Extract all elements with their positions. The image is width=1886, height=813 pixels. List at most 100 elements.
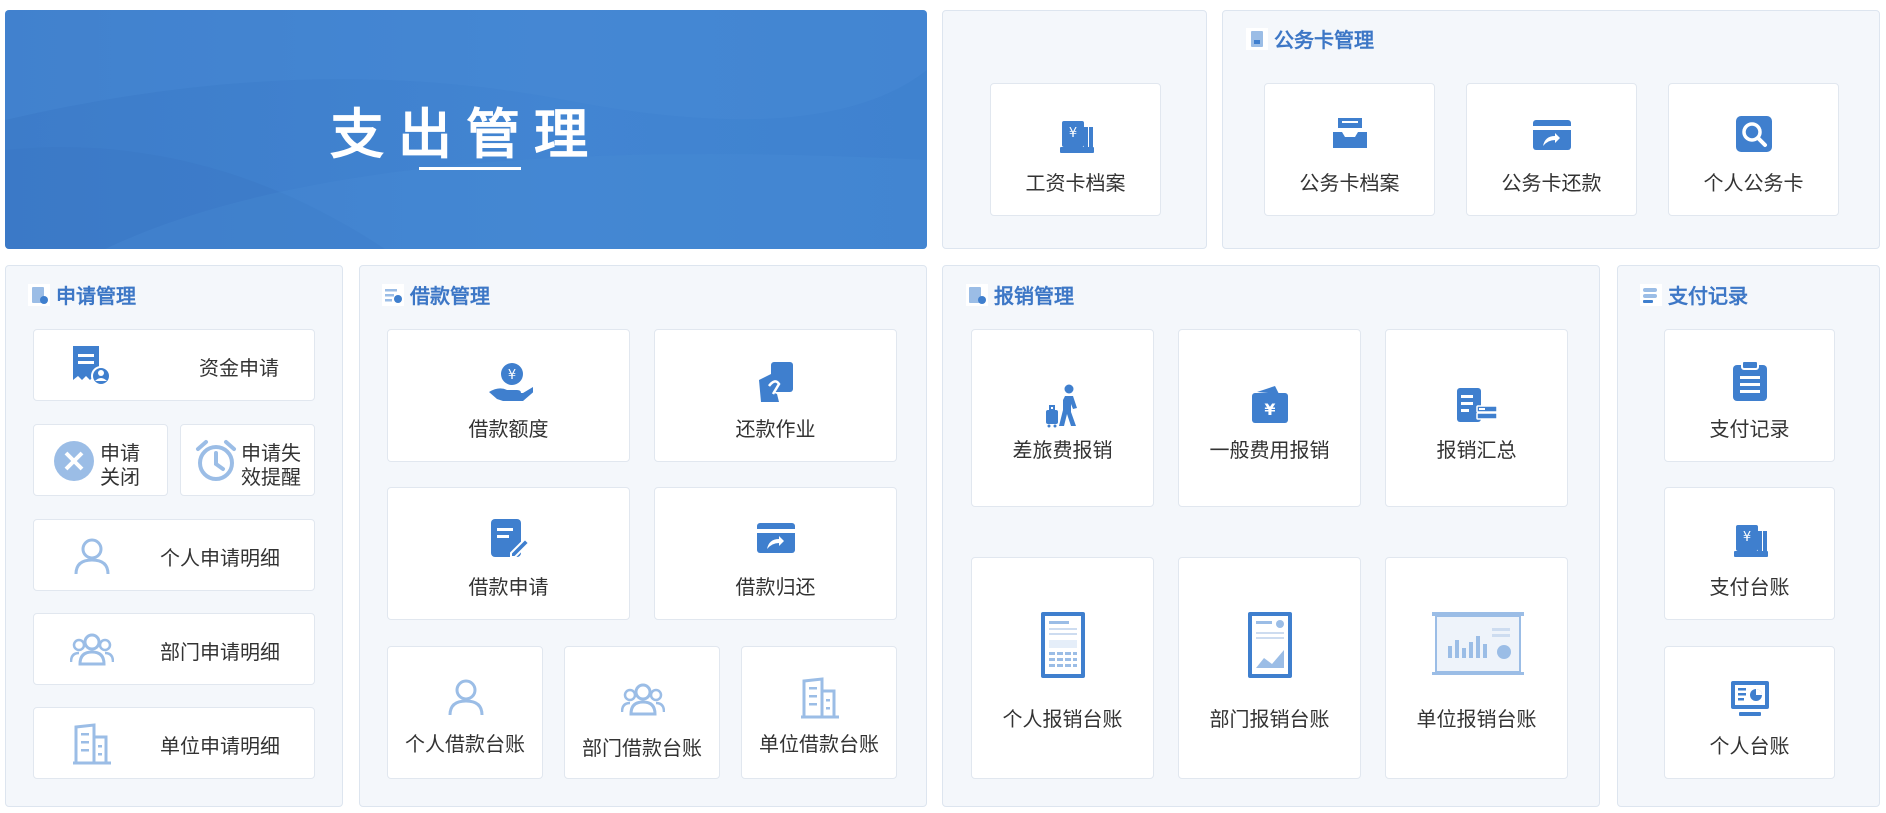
- personal-official-card-button[interactable]: 个人公务卡: [1668, 83, 1839, 216]
- edit-document-icon: [491, 519, 531, 558]
- personal-loan-ledger-button[interactable]: 个人借款台账: [387, 646, 543, 779]
- apply-title: 申请管理: [56, 286, 136, 308]
- reimburse-summary-label: 报销汇总: [1436, 440, 1517, 462]
- official-card-repay-button[interactable]: 公务卡还款: [1466, 83, 1637, 216]
- apply-close-label-line2: 关闭: [100, 467, 140, 489]
- user-group-icon: [70, 633, 114, 666]
- wage-card-archive-label: 工资卡档案: [1025, 173, 1126, 195]
- personal-ledger-label: 个人台账: [1709, 736, 1790, 758]
- apply-expire-reminder-button[interactable]: 申请失 效提醒: [180, 424, 315, 496]
- loan-return-label: 借款归还: [735, 577, 816, 599]
- unit-reimburse-ledger-button[interactable]: 单位报销台账: [1385, 557, 1568, 779]
- official-card-archive-button[interactable]: 公务卡档案: [1264, 83, 1435, 216]
- department-loan-ledger-label: 部门借款台账: [582, 738, 702, 760]
- loan-apply-label: 借款申请: [468, 577, 549, 599]
- repayment-job-button[interactable]: 还款作业: [654, 329, 897, 462]
- svg-text:¥: ¥: [1264, 400, 1275, 419]
- page-banner: 支出管理: [5, 10, 927, 249]
- general-reimburse-button[interactable]: ¥ 一般费用报销: [1178, 329, 1361, 507]
- department-reimburse-ledger-button[interactable]: 部门报销台账: [1178, 557, 1361, 779]
- monitor-chart-icon: [1731, 681, 1769, 716]
- personal-apply-detail-button[interactable]: 个人申请明细: [33, 519, 315, 591]
- banner-title: 支出管理: [330, 103, 602, 166]
- user-icon: [74, 538, 110, 575]
- hand-card-icon: [759, 362, 793, 402]
- payment-title: 支付记录: [1668, 286, 1748, 308]
- wage-card-archive-button[interactable]: ¥ 工资卡档案: [990, 83, 1161, 216]
- card-doc-icon: [1246, 27, 1268, 50]
- loan-quota-button[interactable]: ¥ 借款额度: [387, 329, 630, 462]
- apply-section-title: 申请管理: [28, 280, 136, 309]
- traveler-luggage-icon: [1046, 384, 1077, 428]
- official-card-repay-label: 公务卡还款: [1501, 173, 1602, 195]
- unit-apply-detail-button[interactable]: 单位申请明细: [33, 707, 315, 779]
- general-reimburse-label: 一般费用报销: [1209, 440, 1330, 462]
- fund-apply-button[interactable]: 资金申请: [33, 329, 315, 401]
- official-card-title: 公务卡管理: [1274, 30, 1374, 52]
- close-circle-icon: [54, 441, 94, 481]
- fund-apply-icon: [73, 346, 111, 386]
- user-group-icon: [621, 683, 665, 716]
- wallet-yuan-icon: ¥: [1252, 386, 1288, 423]
- loan-apply-button[interactable]: 借款申请: [387, 487, 630, 620]
- personal-official-card-label: 个人公务卡: [1703, 173, 1804, 195]
- payment-ledger-button[interactable]: ¥ 支付台账: [1664, 487, 1835, 620]
- payment-record-button[interactable]: 支付记录: [1664, 329, 1835, 462]
- unit-reimburse-ledger-label: 单位报销台账: [1416, 709, 1537, 731]
- summary-report-icon: [1457, 388, 1498, 422]
- travel-reimburse-button[interactable]: 差旅费报销: [971, 329, 1154, 507]
- svg-text:¥: ¥: [1743, 530, 1751, 545]
- loan-quota-label: 借款额度: [468, 419, 549, 441]
- reimburse-title: 报销管理: [994, 286, 1074, 308]
- loan-list-icon: [382, 283, 404, 306]
- official-card-section-title: 公务卡管理: [1246, 24, 1374, 53]
- payment-ledger-label: 支付台账: [1709, 577, 1790, 599]
- card-return-icon: [757, 523, 795, 553]
- building-icon: [801, 677, 839, 719]
- unit-apply-detail-label: 单位申请明细: [160, 736, 280, 758]
- user-icon: [448, 679, 484, 716]
- travel-reimburse-label: 差旅费报销: [1012, 440, 1113, 462]
- building-icon: [73, 723, 111, 765]
- banner-underline: [419, 167, 521, 170]
- fund-apply-label: 资金申请: [199, 358, 279, 380]
- personal-apply-detail-label: 个人申请明细: [160, 548, 280, 570]
- salary-archive-icon: ¥: [1060, 121, 1094, 153]
- department-reimburse-ledger-label: 部门报销台账: [1209, 709, 1330, 731]
- department-apply-detail-label: 部门申请明细: [160, 642, 280, 664]
- svg-text:¥: ¥: [1069, 126, 1077, 141]
- payment-record-label: 支付记录: [1709, 419, 1790, 441]
- invoice-form-icon: [1041, 612, 1085, 678]
- department-loan-ledger-button[interactable]: 部门借款台账: [564, 646, 720, 779]
- personal-reimburse-ledger-button[interactable]: 个人报销台账: [971, 557, 1154, 779]
- repayment-job-label: 还款作业: [735, 419, 816, 441]
- apply-doc-icon: [28, 283, 50, 306]
- report-chart-icon: [1248, 612, 1292, 678]
- apply-close-button[interactable]: 申请 关闭: [33, 424, 168, 496]
- personal-reimburse-ledger-label: 个人报销台账: [1002, 709, 1123, 731]
- payment-stack-icon: [1640, 283, 1662, 306]
- search-icon: [1736, 116, 1772, 152]
- svg-text:¥: ¥: [508, 368, 516, 383]
- reimburse-doc-icon: [966, 283, 988, 306]
- payment-section-title: 支付记录: [1640, 280, 1748, 309]
- hand-money-icon: ¥: [489, 363, 533, 401]
- card-repay-icon: [1533, 120, 1571, 150]
- presentation-board-icon: [1432, 612, 1524, 675]
- reimburse-summary-button[interactable]: 报销汇总: [1385, 329, 1568, 507]
- clipboard-list-icon: [1733, 360, 1767, 401]
- department-apply-detail-button[interactable]: 部门申请明细: [33, 613, 315, 685]
- personal-ledger-button[interactable]: 个人台账: [1664, 646, 1835, 779]
- apply-expire-label-line2: 效提醒: [241, 467, 301, 489]
- personal-loan-ledger-label: 个人借款台账: [405, 734, 525, 756]
- official-card-archive-label: 公务卡档案: [1299, 173, 1400, 195]
- inbox-tray-icon: [1333, 118, 1367, 148]
- unit-loan-ledger-button[interactable]: 单位借款台账: [741, 646, 897, 779]
- loan-return-button[interactable]: 借款归还: [654, 487, 897, 620]
- loan-title: 借款管理: [410, 286, 490, 308]
- alarm-clock-icon: [196, 440, 236, 481]
- salary-archive-icon: ¥: [1734, 525, 1768, 557]
- unit-loan-ledger-label: 单位借款台账: [759, 734, 879, 756]
- reimburse-section-title: 报销管理: [966, 280, 1074, 309]
- loan-section-title: 借款管理: [382, 280, 490, 309]
